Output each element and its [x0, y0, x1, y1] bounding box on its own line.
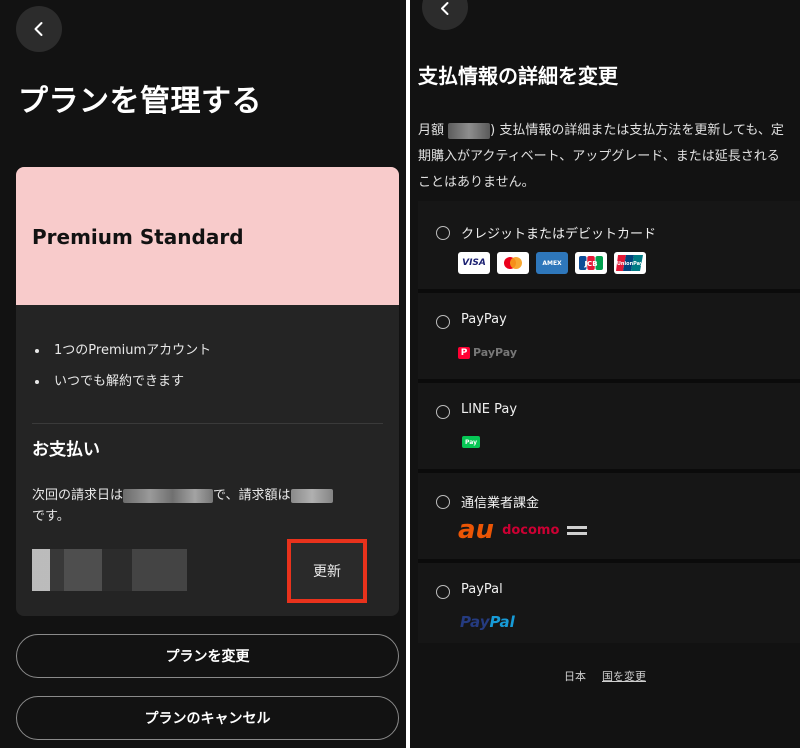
- mastercard-logo: [497, 252, 529, 274]
- au-logo: au: [458, 515, 495, 545]
- payment-option-paypal[interactable]: PayPal PayPal: [418, 563, 800, 643]
- plan-features: 1つのPremiumアカウント いつでも解約できます: [16, 335, 399, 397]
- plan-card-header: Premium Standard: [16, 167, 399, 305]
- radio-button[interactable]: [436, 495, 450, 509]
- divider: [32, 423, 383, 424]
- next-billing-text: 次回の請求日は で、請求額は です。: [32, 485, 377, 527]
- payment-option-carrier[interactable]: 通信業者課金 au docomo: [418, 473, 800, 563]
- linepay-logo: Pay: [462, 436, 480, 448]
- visa-logo: VISA: [458, 252, 490, 274]
- plan-card: Premium Standard 1つのPremiumアカウント いつでも解約で…: [16, 167, 399, 616]
- docomo-logo: docomo: [502, 522, 560, 538]
- option-label: PayPal: [461, 582, 503, 597]
- option-label: 通信業者課金: [461, 496, 540, 511]
- page-title: プランを管理する: [18, 84, 262, 119]
- redacted-amount: [448, 122, 491, 139]
- option-label: PayPay: [461, 312, 507, 327]
- jcb-logo: JCB: [575, 252, 607, 274]
- option-label: LINE Pay: [461, 402, 518, 417]
- card-brand-logos: VISA AMEX JCB UnionPay: [458, 252, 646, 274]
- redacted-date: [123, 488, 214, 503]
- amex-logo: AMEX: [536, 252, 568, 274]
- option-label: クレジットまたはデビットカード: [461, 227, 657, 242]
- radio-button[interactable]: [436, 315, 450, 329]
- chevron-left-icon: [34, 22, 43, 36]
- cancel-plan-button[interactable]: プランのキャンセル: [16, 696, 399, 740]
- radio-button[interactable]: [436, 585, 450, 599]
- radio-button[interactable]: [436, 226, 450, 240]
- softbank-logo: [567, 525, 588, 535]
- payment-option-paypay[interactable]: PayPay P PayPay: [418, 293, 800, 383]
- paypay-logo: P PayPay: [458, 346, 517, 359]
- update-payment-button[interactable]: 更新: [287, 539, 367, 603]
- change-plan-button[interactable]: プランを変更: [16, 634, 399, 678]
- back-button[interactable]: [16, 6, 62, 52]
- feature-item: 1つのPremiumアカウント: [16, 335, 399, 366]
- back-button[interactable]: [422, 0, 468, 30]
- payment-option-card[interactable]: クレジットまたはデビットカード VISA AMEX JCB UnionPay: [418, 201, 800, 293]
- plan-name: Premium Standard: [32, 225, 244, 249]
- paypal-logo: PayPal: [460, 613, 515, 631]
- footer: 日本 国を変更: [410, 668, 800, 684]
- current-country: 日本: [564, 670, 586, 683]
- payment-options: クレジットまたはデビットカード VISA AMEX JCB UnionPay P…: [418, 201, 800, 643]
- svg-text:JCB: JCB: [583, 260, 597, 268]
- unionpay-logo: UnionPay: [614, 252, 646, 274]
- manage-plan-screen: プランを管理する Premium Standard 1つのPremiumアカウン…: [0, 0, 406, 748]
- change-payment-screen: 支払情報の詳細を変更 月額 ) 支払情報の詳細または支払方法を更新しても、定期購…: [410, 0, 800, 748]
- svg-text:UnionPay: UnionPay: [617, 261, 644, 267]
- description: 月額 ) 支払情報の詳細または支払方法を更新しても、定期購入がアクティベート、ア…: [418, 122, 784, 190]
- carrier-logos: au docomo: [458, 515, 588, 545]
- feature-item: いつでも解約できます: [16, 366, 399, 397]
- page-title: 支払情報の詳細を変更: [418, 64, 618, 88]
- payment-option-linepay[interactable]: LINE Pay Pay: [418, 383, 800, 473]
- change-country-link[interactable]: 国を変更: [602, 670, 646, 683]
- payment-heading: お支払い: [32, 440, 100, 460]
- redacted-amount: [290, 488, 333, 503]
- chevron-left-icon: [441, 2, 449, 15]
- redacted-payment-method: [32, 549, 187, 591]
- radio-button[interactable]: [436, 405, 450, 419]
